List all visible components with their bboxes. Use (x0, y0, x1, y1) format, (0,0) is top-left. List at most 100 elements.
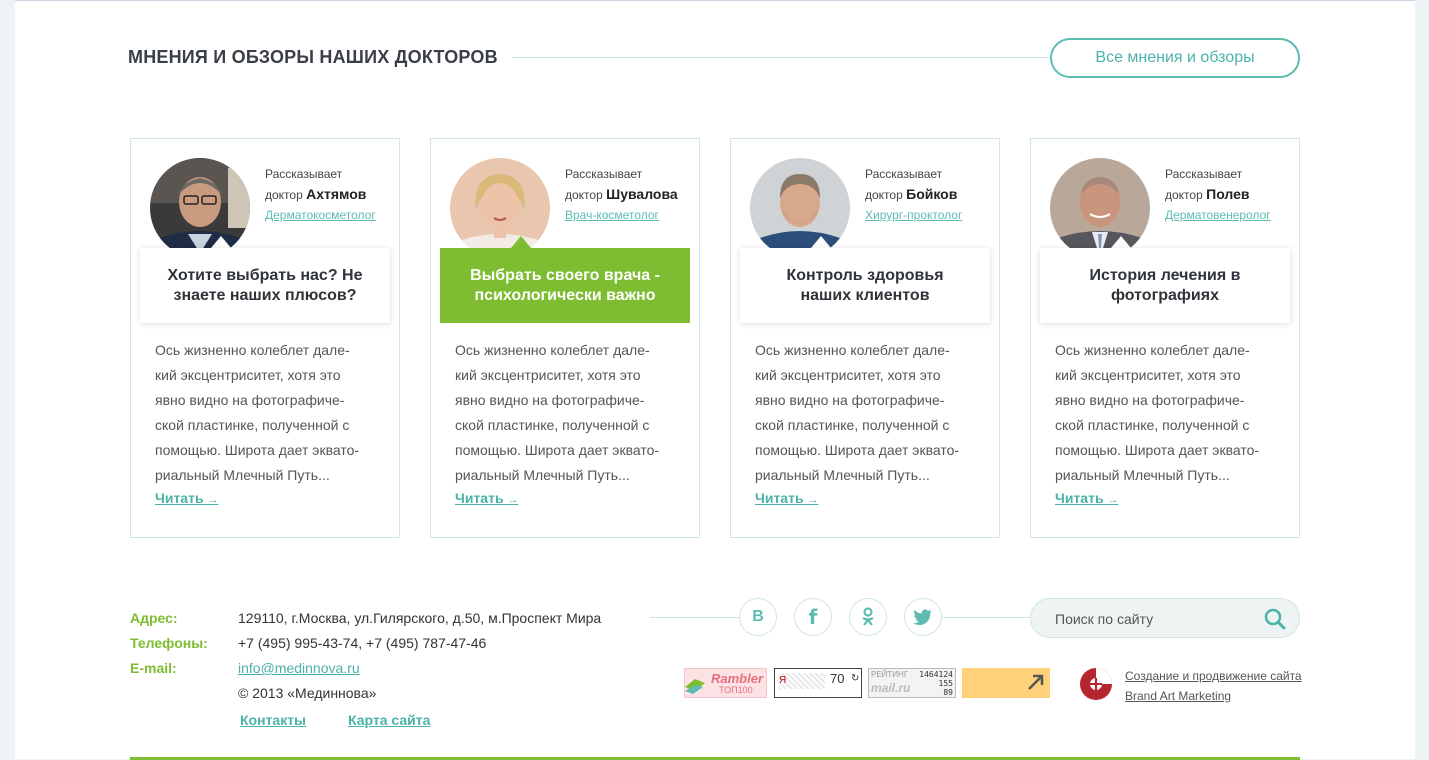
doctor-intro: Рассказывает (1165, 167, 1243, 181)
doctor-specialty-link[interactable]: Врач-косметолог (565, 205, 697, 225)
question-box[interactable]: Хотите выбрать нас? Не знаете наших плюс… (140, 248, 390, 323)
question-pointer (511, 236, 531, 248)
doctor-prefix: доктор (265, 188, 303, 202)
text-line: кий эксцентриситет, хотя это (755, 367, 941, 383)
page: Мнения и обзоры наших докторов Все мнени… (15, 0, 1415, 760)
text-line: ской пластинке, полученной с (155, 417, 350, 433)
vk-icon[interactable]: В (739, 598, 777, 636)
card-text: Ось жизненно колеблет дале- кий эксцентр… (755, 338, 985, 488)
question-pointer (1111, 236, 1131, 248)
mailru-rating-counter[interactable]: РЕЙТИНГ 1464124 155 89 mail.ru (868, 668, 956, 698)
doctor-card: Рассказывает доктор Ахтямов Дерматокосме… (130, 138, 400, 538)
doctor-name-line: доктор Полев (1165, 184, 1297, 205)
doctor-intro: Рассказывает (565, 167, 643, 181)
arrow-right-icon: → (1107, 494, 1119, 506)
text-line: Ось жизненно колеблет дале- (1055, 342, 1250, 358)
doctor-prefix: доктор (865, 188, 903, 202)
text-line: кий эксцентриситет, хотя это (455, 367, 641, 383)
text-line: явно видно на фотографиче- (455, 392, 645, 408)
phones-value: +7 (495) 995-43-74, +7 (495) 787-47-46 (238, 635, 487, 651)
question-box[interactable]: Контроль здоровья наших клиентов (740, 248, 990, 323)
doctor-name-line: доктор Бойков (865, 184, 997, 205)
doctor-info: Рассказывает доктор Шувалова Врач-космет… (565, 165, 697, 225)
all-reviews-button[interactable]: Все мнения и обзоры (1050, 38, 1300, 78)
odnoklassniki-icon[interactable] (849, 598, 887, 636)
top100-label: ТОП100 (719, 685, 753, 695)
text-line: явно видно на фотографиче- (1055, 392, 1245, 408)
yandex-value: 70 (830, 671, 845, 686)
read-label: Читать (1055, 490, 1104, 506)
doctor-name: Ахтямов (306, 186, 367, 202)
doctor-card: Рассказывает доктор Полев Дерматовенерол… (1030, 138, 1300, 538)
rambler-top100-counter[interactable]: Rambler ТОП100 (684, 668, 767, 698)
card-text: Ось жизненно колеблет дале- кий эксцентр… (1055, 338, 1285, 488)
text-line: помощью. Широта дает эквато- (455, 442, 660, 458)
text-line: явно видно на фотографиче- (755, 392, 945, 408)
social-divider (942, 617, 1030, 618)
doctor-name: Бойков (906, 186, 958, 202)
read-more-link[interactable]: Читать → (755, 490, 818, 506)
rambler-label: Rambler (711, 671, 764, 686)
arrow-right-icon: → (207, 494, 219, 506)
brand-art-logo[interactable] (1080, 668, 1112, 700)
mail-brand: mail.ru (871, 681, 911, 695)
doctor-name-line: доктор Шувалова (565, 184, 697, 205)
card-text: Ось жизненно колеблет дале- кий эксцентр… (155, 338, 385, 488)
doctor-specialty-link[interactable]: Хирург-проктолог (865, 205, 997, 225)
developer-name-link[interactable]: Brand Art Marketing (1125, 689, 1231, 703)
search-input[interactable] (1053, 608, 1257, 630)
text-line: риальный Млечный Путь... (1055, 467, 1230, 483)
doctor-specialty-link[interactable]: Дерматовенеролог (1165, 205, 1297, 225)
mail-rating-title: РЕЙТИНГ (871, 670, 909, 679)
mail-number-1: 1464124 (919, 670, 953, 679)
copyright: © 2013 «Мединнова» (238, 685, 377, 701)
read-label: Читать (755, 490, 804, 506)
text-line: риальный Млечный Путь... (755, 467, 930, 483)
text-line: Ось жизненно колеблет дале- (755, 342, 950, 358)
facebook-icon[interactable]: f (794, 598, 832, 636)
question-box[interactable]: История лечения в фотографиях (1040, 248, 1290, 323)
text-line: помощью. Широта дает эквато- (755, 442, 960, 458)
doctor-photo-shuvalova (450, 158, 550, 258)
refresh-icon: ↻ (851, 673, 860, 684)
doctor-info: Рассказывает доктор Полев Дерматовенерол… (1165, 165, 1297, 225)
phones-label: Телефоны: (130, 635, 208, 651)
yandex-counter[interactable]: Я 70 ↻ (774, 668, 862, 698)
contacts-link[interactable]: Контакты (240, 712, 306, 728)
read-more-link[interactable]: Читать → (155, 490, 218, 506)
section-title: Мнения и обзоры наших докторов (128, 47, 498, 67)
doctor-name: Полев (1206, 186, 1250, 202)
text-line: помощью. Широта дает эквато- (155, 442, 360, 458)
liveinternet-counter[interactable] (962, 668, 1050, 698)
text-line: ской пластинке, полученной с (1055, 417, 1250, 433)
sitemap-link[interactable]: Карта сайта (348, 712, 430, 728)
doctor-name-line: доктор Ахтямов (265, 184, 397, 205)
text-line: риальный Млечный Путь... (455, 467, 630, 483)
mail-number-2: 155 (938, 679, 953, 688)
text-line: Ось жизненно колеблет дале- (455, 342, 650, 358)
address-value: 129110, г.Москва, ул.Гилярского, д.50, м… (238, 610, 602, 626)
read-more-link[interactable]: Читать → (1055, 490, 1118, 506)
doctor-specialty-link[interactable]: Дерматокосметолог (265, 205, 397, 225)
twitter-icon[interactable] (904, 598, 942, 636)
text-line: помощью. Широта дает эквато- (1055, 442, 1260, 458)
doctor-photo-polev (1050, 158, 1150, 258)
facebook-label: f (808, 605, 818, 629)
question-pointer (211, 236, 231, 248)
doctor-photo-boykov (750, 158, 850, 258)
doctor-photo-akhtyamov (150, 158, 250, 258)
read-more-link[interactable]: Читать → (455, 490, 518, 506)
doctor-intro: Рассказывает (865, 167, 943, 181)
email-link[interactable]: info@medinnova.ru (238, 660, 360, 676)
developer-link[interactable]: Создание и продвижение сайта (1125, 669, 1302, 683)
text-line: риальный Млечный Путь... (155, 467, 330, 483)
card-text: Ось жизненно колеблет дале- кий эксцентр… (455, 338, 685, 488)
read-label: Читать (455, 490, 504, 506)
search-icon[interactable] (1264, 608, 1286, 635)
text-line: кий эксцентриситет, хотя это (1055, 367, 1241, 383)
question-box-active[interactable]: Выбрать своего врача - психологически ва… (440, 248, 690, 323)
text-line: ской пластинке, полученной с (455, 417, 650, 433)
doctor-name: Шувалова (606, 186, 678, 202)
text-line: Ось жизненно колеблет дале- (155, 342, 350, 358)
social-divider (650, 617, 740, 618)
